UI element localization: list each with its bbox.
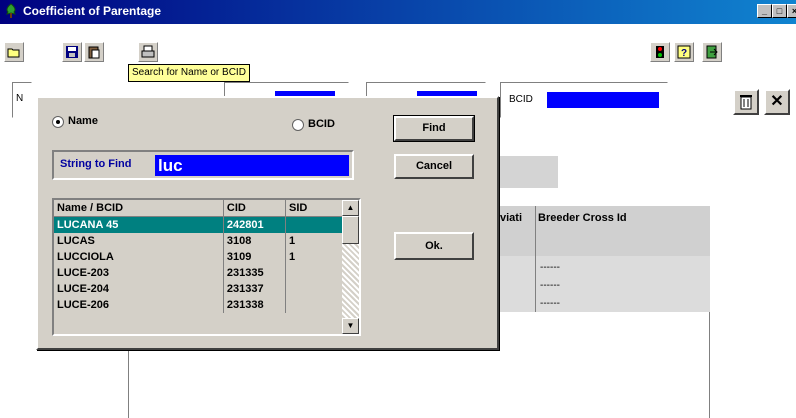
bcid-field-value <box>547 92 659 108</box>
title-bar: Coefficient of Parentage _ □ × <box>0 0 796 24</box>
list-item[interactable]: LUCAS 3108 1 <box>54 233 345 249</box>
list-item[interactable]: LUCE-203 231335 <box>54 265 345 281</box>
cell-name: LUCAS <box>54 233 224 249</box>
find-button[interactable]: Find <box>393 115 475 142</box>
close-window-button[interactable]: × <box>787 4 796 18</box>
traffic-light-icon <box>656 46 664 58</box>
breeder-cross-cell: ------ <box>540 280 560 291</box>
radio-bcid-label: BCID <box>308 118 335 130</box>
list-scrollbar[interactable]: ▲ ▼ <box>342 200 359 334</box>
cell-cid: 242801 <box>223 216 286 233</box>
bcid-field-bg[interactable]: BCID <box>500 82 668 118</box>
paste-button[interactable] <box>84 42 104 62</box>
col-header-sid: SID <box>285 200 345 217</box>
cell-name: LUCE-206 <box>54 297 224 313</box>
results-list: Name / BCID CID SID LUCANA 45 242801 LUC… <box>52 198 361 336</box>
breeder-cross-header: Breeder Cross Id <box>538 212 627 224</box>
ok-button[interactable]: Ok. <box>394 232 474 260</box>
cell-cid: 231335 <box>223 265 286 281</box>
cell-sid <box>285 297 345 313</box>
svg-text:?: ? <box>681 48 687 59</box>
list-item[interactable]: LUCANA 45 242801 <box>54 216 345 233</box>
cell-cid: 3108 <box>223 233 286 249</box>
bg-gray-block <box>498 156 558 188</box>
cell-cid: 3109 <box>223 249 286 265</box>
cell-name: LUCE-204 <box>54 281 224 297</box>
delete-button[interactable] <box>733 89 759 115</box>
cell-name: LUCCIOLA <box>54 249 224 265</box>
cell-name: LUCANA 45 <box>54 216 224 233</box>
cell-sid <box>285 281 345 297</box>
list-item[interactable]: LUCE-206 231338 <box>54 297 345 313</box>
grid-rows-bg <box>498 256 710 312</box>
print-button[interactable] <box>138 42 158 62</box>
help-button[interactable]: ? <box>674 42 694 62</box>
scroll-thumb[interactable] <box>342 216 359 244</box>
run-button[interactable] <box>650 42 670 62</box>
scroll-up-button[interactable]: ▲ <box>342 200 359 216</box>
printer-icon <box>141 45 155 58</box>
std-dev-header: viati <box>500 212 523 224</box>
trash-icon <box>740 95 752 110</box>
search-dialog: Name BCID String to Find luc Find Cancel… <box>36 96 499 350</box>
cancel-button[interactable]: Cancel <box>394 154 474 179</box>
string-to-find-input[interactable]: luc <box>155 155 349 176</box>
col-header-cid: CID <box>223 200 286 217</box>
radio-name[interactable] <box>52 116 64 128</box>
cell-sid <box>285 216 345 233</box>
cell-name: LUCE-203 <box>54 265 224 281</box>
name-field-bg[interactable]: N <box>12 82 32 118</box>
tooltip: Search for Name or BCID <box>128 64 250 82</box>
open-button[interactable] <box>4 42 24 62</box>
results-table: Name / BCID CID SID LUCANA 45 242801 LUC… <box>54 200 345 313</box>
string-to-find-group: String to Find luc <box>52 150 354 180</box>
grid-divider <box>535 206 536 312</box>
col-header-name: Name / BCID <box>54 200 224 217</box>
clear-button[interactable]: ✕ <box>764 89 790 115</box>
exit-door-icon <box>706 45 718 59</box>
exit-button[interactable] <box>702 42 722 62</box>
cell-sid: 1 <box>285 233 345 249</box>
floppy-icon <box>66 46 78 58</box>
minimize-button[interactable]: _ <box>757 4 772 18</box>
scroll-down-button[interactable]: ▼ <box>342 318 359 334</box>
breeder-cross-cell: ------ <box>540 298 560 309</box>
clipboard-icon <box>88 46 100 59</box>
app-icon <box>6 3 16 18</box>
list-item[interactable]: LUCCIOLA 3109 1 <box>54 249 345 265</box>
breeder-cross-cell: ------ <box>540 262 560 273</box>
radio-name-label: Name <box>68 115 98 127</box>
string-to-find-label: String to Find <box>60 158 132 170</box>
cell-cid: 231337 <box>223 281 286 297</box>
window-title: Coefficient of Parentage <box>23 4 162 18</box>
radio-bcid[interactable] <box>292 119 304 131</box>
bcid-field-label: BCID <box>509 94 533 105</box>
name-field-prefix: N <box>16 93 24 104</box>
cell-sid <box>285 265 345 281</box>
folder-icon <box>7 48 20 58</box>
cell-sid: 1 <box>285 249 345 265</box>
list-header-row: Name / BCID CID SID <box>54 200 345 217</box>
question-icon: ? <box>677 45 691 59</box>
maximize-button[interactable]: □ <box>772 4 787 18</box>
list-item[interactable]: LUCE-204 231337 <box>54 281 345 297</box>
cell-cid: 231338 <box>223 297 286 313</box>
save-button[interactable] <box>62 42 82 62</box>
